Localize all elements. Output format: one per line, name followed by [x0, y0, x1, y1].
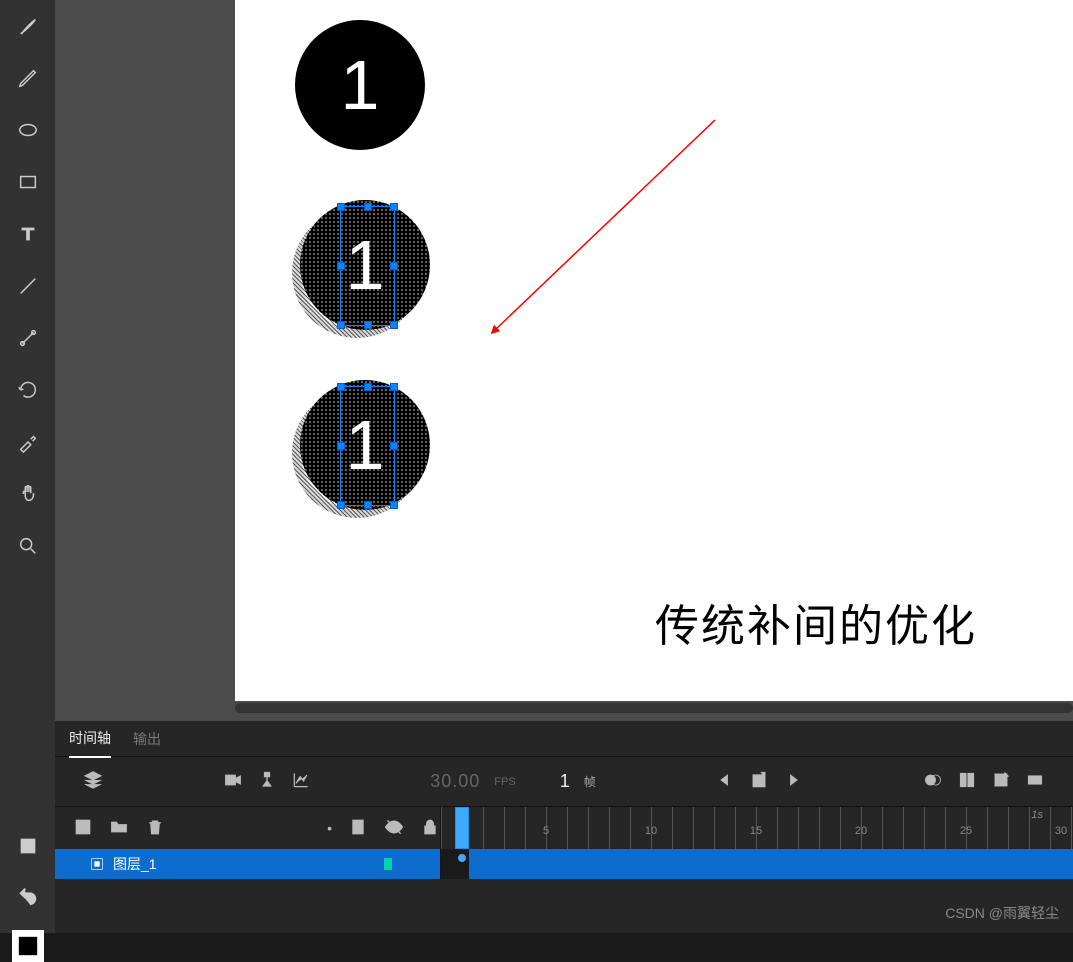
next-frame-icon[interactable] — [783, 770, 803, 793]
onion-skin-icon[interactable] — [923, 770, 943, 793]
trash-icon[interactable] — [145, 817, 165, 840]
tool-oval[interactable] — [12, 114, 44, 146]
tool-brush[interactable] — [12, 10, 44, 42]
ruler-mark: 20 — [855, 825, 867, 837]
timeline-tabs: 时间轴 输出 — [55, 721, 1073, 757]
tab-timeline[interactable]: 时间轴 — [69, 720, 111, 758]
edit-multiple-icon[interactable] — [957, 770, 977, 793]
playhead[interactable] — [455, 807, 469, 849]
frame-label: 帧 — [584, 773, 596, 790]
camera-icon[interactable] — [223, 770, 243, 793]
folder-icon[interactable] — [109, 817, 129, 840]
layer-type-icon — [89, 856, 105, 872]
ruler-second-label: 1s — [1031, 809, 1043, 821]
layer-track[interactable] — [440, 849, 1073, 879]
ruler-mark: 5 — [543, 825, 549, 837]
tools-sidebar — [0, 0, 55, 933]
tool-bone[interactable] — [12, 322, 44, 354]
active-tool-indicator[interactable] — [12, 930, 44, 962]
marker-icon[interactable] — [991, 770, 1011, 793]
selection-bbox[interactable] — [340, 206, 395, 326]
layer-head[interactable]: 图层_1 — [55, 849, 440, 879]
loop-icon[interactable] — [1025, 770, 1045, 793]
timeline-toolbar: 30.00 FPS 1 帧 — [55, 757, 1073, 807]
tool-zoom[interactable] — [12, 530, 44, 562]
layer-controls: • — [55, 807, 440, 849]
annotation-arrow — [475, 110, 735, 350]
toolbar-bottom — [0, 830, 55, 962]
tool-pencil[interactable] — [12, 62, 44, 94]
layer-row[interactable]: 图层_1 — [55, 849, 1073, 879]
lock-icon[interactable] — [420, 817, 440, 840]
highlight-dot-icon[interactable]: • — [327, 820, 332, 836]
ruler-mark: 30 — [1055, 825, 1067, 837]
tool-text[interactable] — [12, 218, 44, 250]
layers-icon[interactable] — [83, 770, 103, 793]
tool-rotate[interactable] — [12, 374, 44, 406]
tool-eyedropper[interactable] — [12, 426, 44, 458]
undo-btn[interactable] — [12, 880, 44, 912]
selection-bbox[interactable] — [340, 386, 395, 506]
tab-output[interactable]: 输出 — [133, 721, 161, 757]
stage-heading: 传统补间的优化 — [655, 590, 977, 654]
timeline-header: • 1s 5 10 15 20 25 30 — [55, 807, 1073, 849]
playhead-handle[interactable] — [458, 854, 466, 862]
stage-area: 1 1 1 传统补间的优化 — [55, 0, 1073, 721]
tool-hand[interactable] — [12, 478, 44, 510]
fps-value[interactable]: 30.00 — [430, 771, 480, 792]
ruler-mark: 10 — [645, 825, 657, 837]
prev-frame-icon[interactable] — [715, 770, 735, 793]
symbol-circle-3[interactable]: 1 — [300, 380, 440, 530]
insert-keyframe-icon[interactable] — [749, 770, 769, 793]
tool-line[interactable] — [12, 270, 44, 302]
symbol-circle-1[interactable]: 1 — [295, 20, 425, 150]
stage-canvas[interactable]: 1 1 1 传统补间的优化 — [235, 0, 1073, 701]
stage-horizontal-scrollbar[interactable] — [235, 703, 1073, 713]
visibility-icon[interactable] — [384, 817, 404, 840]
symbol-label: 1 — [341, 45, 380, 125]
fps-label: FPS — [494, 776, 515, 788]
frame-span[interactable] — [441, 849, 469, 879]
ruler-mark: 15 — [750, 825, 762, 837]
rig-icon[interactable] — [257, 770, 277, 793]
symbol-circle-2[interactable]: 1 — [300, 200, 440, 350]
frame-value[interactable]: 1 — [560, 771, 570, 792]
watermark: CSDN @雨翼轻尘 — [945, 903, 1059, 923]
new-layer-icon[interactable] — [73, 817, 93, 840]
outline-icon[interactable] — [348, 817, 368, 840]
tool-rect[interactable] — [12, 166, 44, 198]
color-swatch-btn[interactable] — [12, 830, 44, 862]
timeline-panel: 时间轴 输出 30.00 FPS 1 帧 — [55, 721, 1073, 933]
timeline-ruler[interactable]: 1s 5 10 15 20 25 30 — [440, 807, 1073, 849]
layer-name[interactable]: 图层_1 — [113, 854, 157, 874]
layer-color-swatch — [384, 858, 392, 870]
ruler-mark: 25 — [960, 825, 972, 837]
graph-icon[interactable] — [291, 770, 311, 793]
